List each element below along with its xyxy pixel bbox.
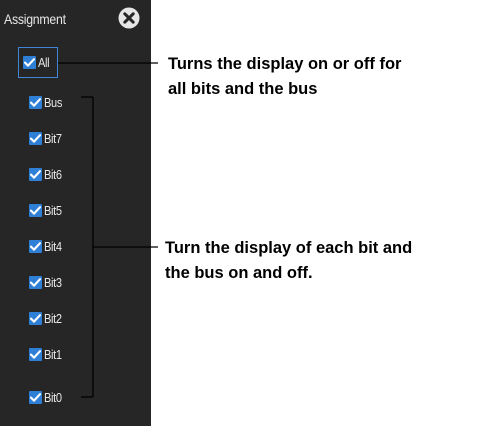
callout-all: Turns the display on or off for all bits…: [168, 52, 401, 102]
callout-all-line1: Turns the display on or off for: [168, 55, 402, 73]
callout-all-line2: all bits and the bus: [168, 80, 318, 98]
callout-bits-line1: Turn the display of each bit and: [165, 239, 413, 257]
callout-bits: Turn the display of each bit and the bus…: [165, 236, 412, 286]
callout-bits-line2: the bus on and off.: [165, 264, 313, 282]
